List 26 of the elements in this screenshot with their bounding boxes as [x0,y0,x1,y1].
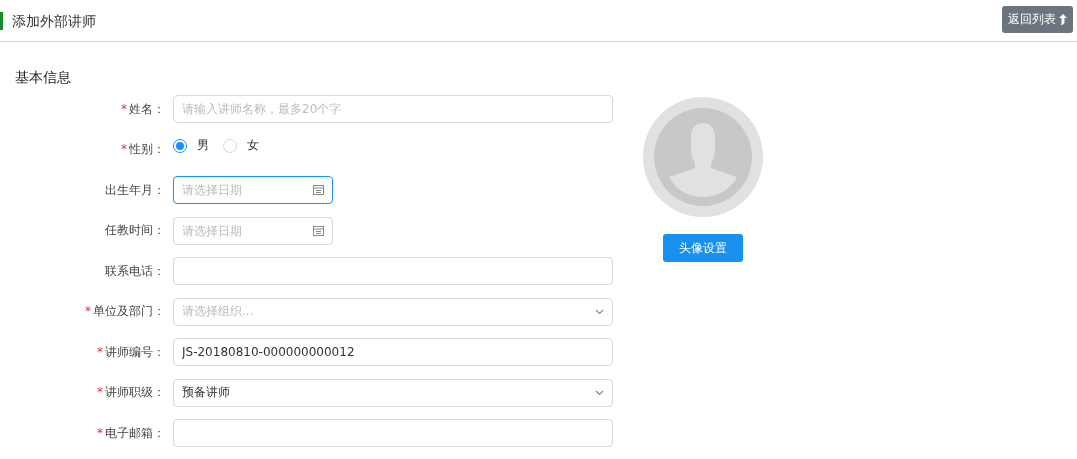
field-label: * 讲师职级： [96,384,166,401]
chevron-down-icon [595,308,604,315]
field-label: 任教时间： [104,222,166,239]
field-label: * 姓名： [120,100,166,118]
field-label: * 讲师编号： [96,343,166,361]
text-field[interactable] [173,419,613,447]
chevron-down-icon [595,389,604,396]
arrow-up-icon [1059,14,1067,25]
text-field[interactable] [173,257,613,285]
field-label: * 性别： [120,141,166,158]
field-label: * 单位及部门： [84,303,166,320]
field-label: 出生年月： [104,181,166,199]
date-field[interactable]: 请选择日期 [173,176,333,204]
back-button[interactable]: 返回列表 [1002,6,1073,33]
field-label: * 电子邮箱： [96,424,166,442]
page-title: 添加外部讲师 [0,11,96,30]
radio-option[interactable]: 女 [223,137,259,154]
select-field[interactable]: 预备讲师 [173,378,613,407]
field-label: 联系电话： [104,262,166,280]
calendar-icon [313,224,324,236]
text-field[interactable]: JS-20180810-000000000012 [173,338,613,366]
calendar-icon [313,184,324,195]
text-field[interactable]: 请输入讲师名称，最多20个字 [173,95,613,123]
avatar-icon [643,97,763,217]
section-title: 基本信息 [15,69,72,87]
radio-option[interactable]: 男 [173,137,209,154]
